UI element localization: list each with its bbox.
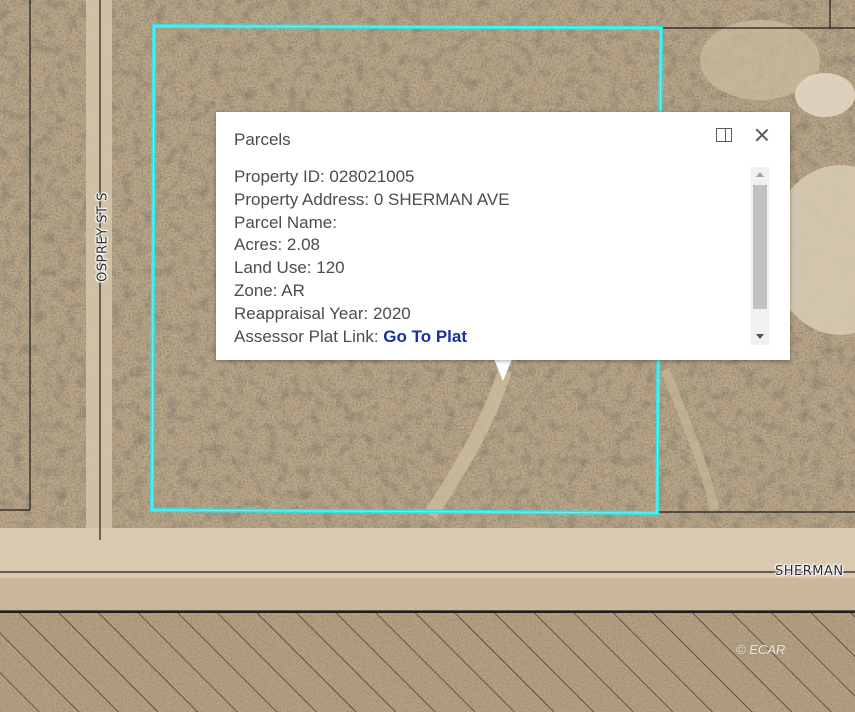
street-label-sherman: SHERMAN	[775, 564, 844, 579]
imagery-copyright: © ECAR	[736, 642, 786, 657]
attr-land-use: Land Use: 120	[234, 258, 345, 278]
attr-parcel-name: Parcel Name:	[234, 212, 337, 232]
go-to-plat-link[interactable]: Go To Plat	[383, 327, 467, 346]
popup-title: Parcels	[234, 130, 291, 149]
popup-pointer	[494, 359, 512, 381]
attr-reappraisal-year: Reappraisal Year: 2020	[234, 303, 411, 323]
attr-acres: Acres: 2.08	[234, 235, 320, 255]
dock-side-icon[interactable]	[716, 128, 732, 142]
scroll-down-icon[interactable]	[751, 329, 769, 345]
attr-property-address: Property Address: 0 SHERMAN AVE	[234, 189, 510, 209]
attr-property-id: Property ID: 028021005	[234, 167, 415, 186]
popup-scrollbar[interactable]	[751, 167, 769, 345]
popup-attributes: Property ID: 028021005 Property Address:…	[234, 166, 744, 348]
attr-zone: Zone: AR	[234, 280, 305, 300]
street-label-osprey: OSPREY ST S	[95, 192, 111, 282]
attr-plat-link: Assessor Plat Link: Go To Plat	[234, 326, 468, 346]
parcel-popup: Parcels Property ID: 028021005 Property …	[216, 112, 790, 360]
scroll-thumb[interactable]	[753, 185, 767, 309]
scroll-up-icon[interactable]	[751, 167, 769, 183]
close-icon[interactable]	[753, 126, 771, 144]
